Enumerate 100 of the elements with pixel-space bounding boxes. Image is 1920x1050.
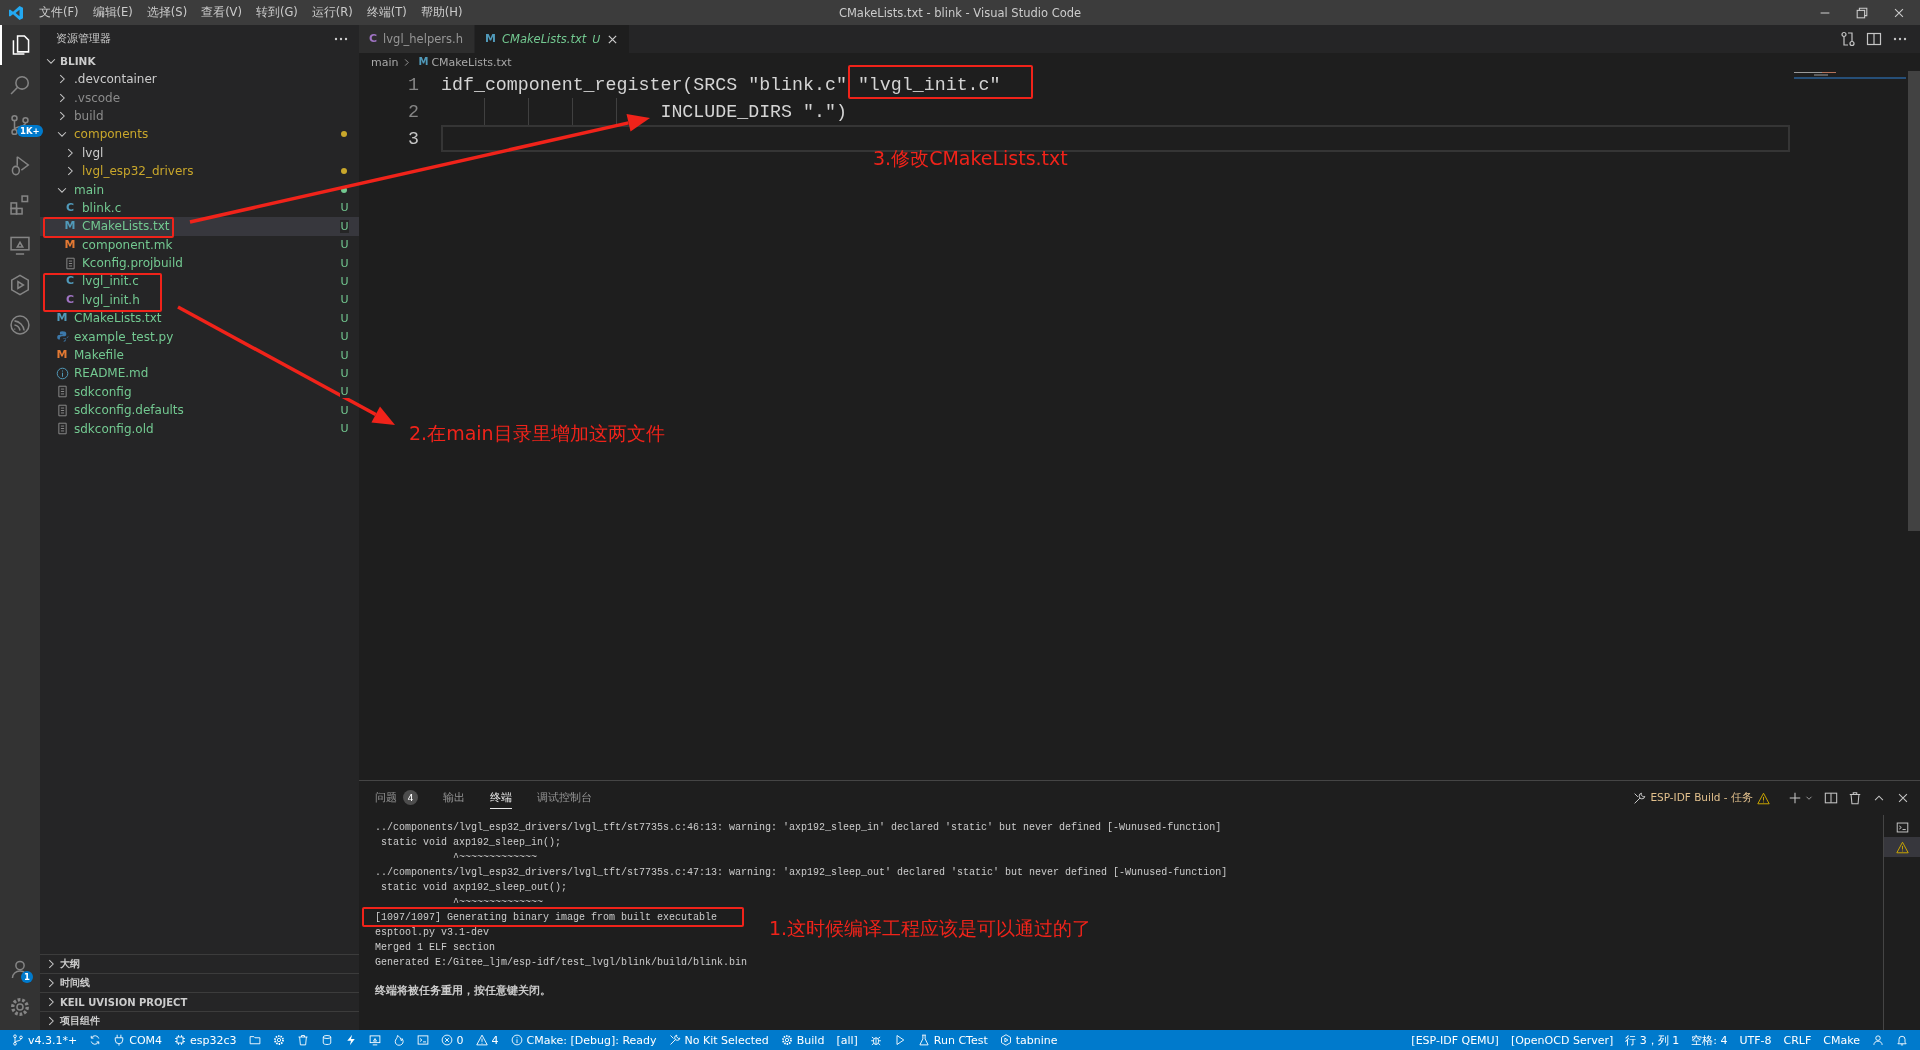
tree-item[interactable]: main [40, 180, 359, 199]
status-letter: U [340, 275, 349, 288]
terminal-list-item[interactable] [1884, 837, 1920, 857]
status-item[interactable]: 空格: 4 [1685, 1032, 1734, 1048]
status-item[interactable]: [ESP-IDF QEMU] [1405, 1033, 1505, 1047]
tree-item[interactable]: sdkconfig.defaults U [40, 401, 359, 420]
menu-item[interactable]: 帮助(H) [413, 5, 470, 20]
task-selector[interactable]: ESP-IDF Build - 任务 [1633, 791, 1770, 805]
tree-item[interactable]: build [40, 106, 359, 126]
minimap[interactable] [1794, 72, 1906, 80]
activity-item[interactable]: 1K+ [0, 105, 40, 145]
info-icon [55, 366, 69, 380]
tree-item[interactable]: M component.mk U [40, 235, 359, 254]
status-item[interactable]: COM4 [107, 1033, 169, 1047]
panel-tab[interactable]: 问题 4 [375, 787, 418, 809]
folder-icon[interactable] [248, 1034, 261, 1046]
status-item[interactable]: UTF-8 [1733, 1033, 1778, 1047]
play-icon[interactable] [893, 1034, 906, 1046]
tools-icon [668, 1034, 681, 1046]
tree-item[interactable]: README.md U [40, 364, 359, 383]
files-icon [10, 34, 32, 56]
tree-item[interactable]: C lvgl_init.c U [40, 272, 359, 291]
panel-tab[interactable]: 输出 [443, 787, 465, 809]
plug-icon [113, 1034, 126, 1046]
status-item[interactable]: CMake [1817, 1033, 1866, 1047]
menu-item[interactable]: 编辑(E) [85, 5, 140, 20]
tree-root[interactable]: BLINK [40, 52, 359, 70]
menu-item[interactable]: 文件(F) [32, 5, 86, 20]
tree-item[interactable]: example_test.py U [40, 327, 359, 346]
count-badge: 4 [403, 790, 418, 805]
tree-item[interactable]: M CMakeLists.txt U [40, 217, 359, 236]
file-type-icon: C [65, 201, 75, 214]
scrollbar-thumb[interactable] [1908, 71, 1920, 531]
status-item[interactable]: Build [774, 1033, 831, 1047]
status-item[interactable]: esp32c3 [168, 1033, 243, 1047]
restore-icon[interactable] [1855, 5, 1869, 20]
flame-icon[interactable] [392, 1034, 405, 1046]
status-item[interactable]: No Kit Selected [662, 1033, 775, 1047]
menu-item[interactable]: 转到(G) [248, 5, 305, 20]
section-header[interactable]: KEIL UVISION PROJECT [40, 992, 359, 1011]
split-icon[interactable] [1824, 791, 1838, 805]
terminal-icon[interactable] [416, 1034, 429, 1046]
status-item[interactable]: CRLF [1777, 1033, 1818, 1047]
tree-item[interactable]: C lvgl_init.h U [40, 290, 359, 310]
status-item[interactable]: 0 [434, 1033, 470, 1047]
status-letter: U [592, 32, 601, 46]
status-item[interactable]: v4.3.1*+ [6, 1033, 84, 1047]
tree-item[interactable]: M Makefile U [40, 345, 359, 365]
status-item[interactable]: CMake: [Debug]: Ready [504, 1033, 663, 1047]
panel-tab[interactable]: 终端 [490, 787, 512, 809]
editor-tab[interactable]: M CMakeLists.txt U [475, 25, 631, 53]
tree-item[interactable]: lvgl_esp32_drivers [40, 161, 359, 181]
tree-item[interactable]: C blink.c U [40, 198, 359, 218]
bug-icon[interactable] [869, 1034, 882, 1046]
file-type-icon: C [65, 293, 75, 306]
trash-icon[interactable] [1848, 791, 1862, 805]
database-icon[interactable] [320, 1034, 333, 1046]
editor-tab[interactable]: C lvgl_helpers.h [359, 25, 475, 53]
terminal-line: static void axp192_sleep_out(); [380, 881, 568, 894]
gear-icon[interactable] [272, 1034, 285, 1046]
menu-item[interactable]: 终端(T) [359, 5, 414, 20]
tree-item[interactable]: sdkconfig U [40, 382, 359, 402]
sync-icon[interactable] [89, 1034, 102, 1046]
bell-icon[interactable] [1896, 1034, 1908, 1046]
tree-item[interactable]: components [40, 125, 359, 144]
menu-item[interactable]: 选择(S) [139, 5, 195, 20]
split-icon[interactable] [1866, 31, 1882, 47]
status-letter: U [340, 403, 349, 417]
tree-item[interactable]: .devcontainer [40, 70, 359, 89]
plus-icon[interactable] [1788, 791, 1802, 805]
person-icon[interactable] [1872, 1034, 1884, 1046]
status-letter: U [340, 385, 349, 399]
terminal-line: esptool.py v3.1-dev [375, 926, 490, 939]
menu-item[interactable]: 运行(R) [304, 5, 360, 20]
monitor-icon[interactable] [368, 1034, 381, 1046]
status-item[interactable]: Run CTest [911, 1033, 994, 1047]
compare-icon[interactable] [1840, 31, 1856, 47]
menu-item[interactable]: 查看(V) [194, 5, 249, 20]
tree-item[interactable]: M CMakeLists.txt U [40, 309, 359, 328]
activity-item[interactable]: 1 [0, 950, 40, 988]
panel-tab[interactable]: 调试控制台 [537, 787, 592, 809]
status-item[interactable]: [OpenOCD Server] [1504, 1033, 1620, 1047]
status-item[interactable]: tabnine [993, 1033, 1064, 1047]
tree-item[interactable]: Kconfig.projbuild U [40, 253, 359, 273]
status-item[interactable]: 行 3，列 1 [1619, 1032, 1686, 1048]
tree-item[interactable]: .vscode [40, 88, 359, 107]
branch-icon [12, 1034, 24, 1046]
lightning-icon[interactable] [344, 1034, 357, 1046]
tree-item[interactable]: sdkconfig.old U [40, 419, 359, 438]
section-header[interactable]: 大纲 [40, 954, 359, 973]
python-icon [55, 330, 69, 344]
file-type-icon: M [64, 238, 76, 251]
section-header[interactable]: 时间线 [40, 973, 359, 992]
breadcrumb-item[interactable]: main [371, 55, 399, 69]
breadcrumb-item[interactable]: CMakeLists.txt [431, 55, 512, 69]
tree-item[interactable]: lvgl [40, 143, 359, 162]
status-item[interactable]: 4 [469, 1033, 505, 1047]
code-text: idf_component_register(SRCS "blink.c" [441, 74, 848, 95]
status-item[interactable]: [all] [830, 1033, 864, 1047]
close-icon[interactable] [1896, 791, 1910, 805]
